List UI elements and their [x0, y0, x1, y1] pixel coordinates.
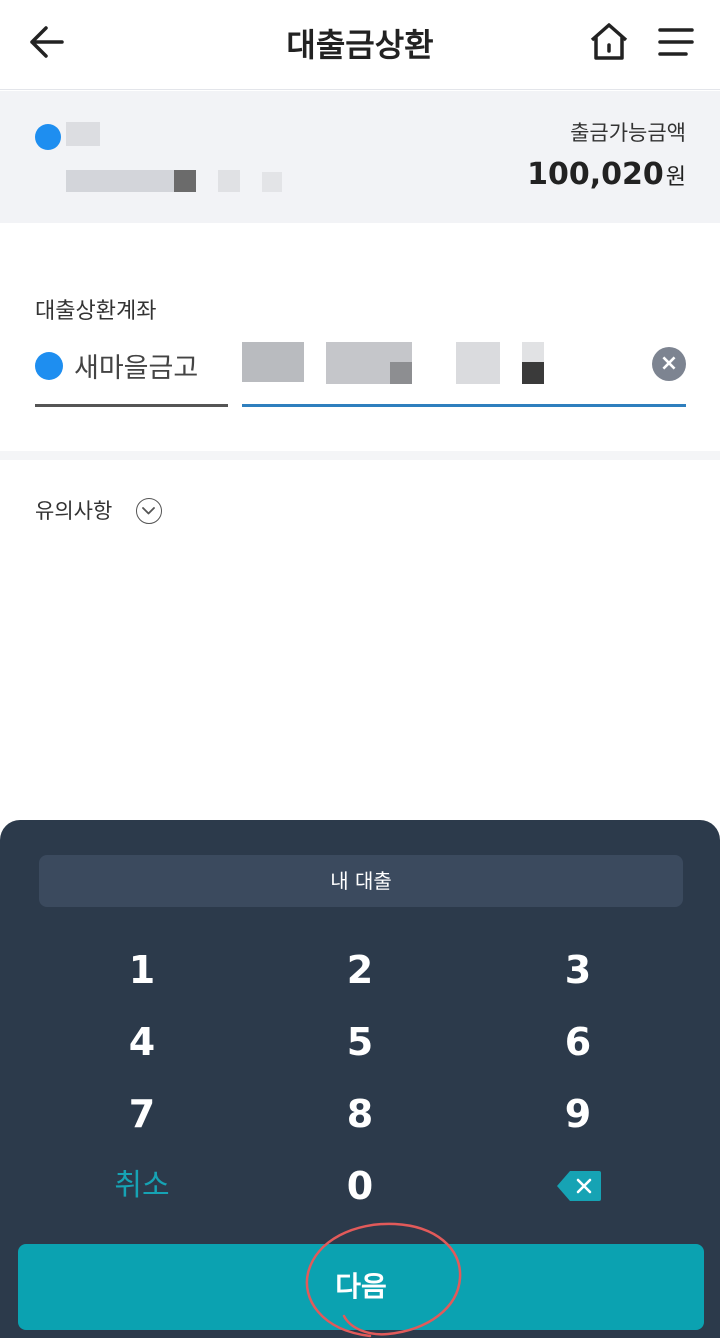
available-amount-value: 100,020	[527, 157, 664, 192]
backspace-icon	[557, 1171, 601, 1201]
masked-digits	[390, 362, 412, 384]
masked-block	[262, 172, 282, 192]
backspace-button[interactable]	[556, 1170, 602, 1202]
app-header: 대출금상환	[0, 0, 720, 90]
key-4[interactable]: 4	[62, 1012, 222, 1072]
masked-digits	[242, 342, 304, 382]
hamburger-menu-icon	[658, 28, 694, 56]
cancel-key[interactable]: 취소	[62, 1156, 222, 1216]
key-8[interactable]: 8	[280, 1084, 440, 1144]
key-1[interactable]: 1	[62, 940, 222, 1000]
available-amount-label: 출금가능금액	[570, 121, 686, 145]
keypad-title: 내 대출	[39, 855, 683, 907]
key-0[interactable]: 0	[280, 1156, 440, 1216]
repay-account-label: 대출상환계좌	[35, 299, 157, 324]
masked-block	[218, 170, 240, 192]
key-9[interactable]: 9	[498, 1084, 658, 1144]
numeric-keypad: 내 대출 1 2 3 4 5 6 7 8 9 취소 0 다음	[0, 820, 720, 1338]
home-icon	[590, 23, 628, 60]
home-button[interactable]	[586, 20, 632, 64]
chevron-down-icon	[142, 507, 155, 515]
clear-input-button[interactable]: ×	[652, 347, 686, 381]
bank-logo-icon	[35, 124, 61, 150]
bank-name: 새마을금고	[74, 353, 199, 384]
masked-account-number	[66, 170, 176, 192]
menu-button[interactable]	[656, 24, 696, 60]
bank-select[interactable]: 새마을금고	[35, 340, 228, 407]
account-number-input[interactable]: ×	[242, 340, 686, 407]
masked-digits	[456, 342, 500, 384]
key-6[interactable]: 6	[498, 1012, 658, 1072]
annotation-circle	[305, 1222, 462, 1338]
key-7[interactable]: 7	[62, 1084, 222, 1144]
key-3[interactable]: 3	[498, 940, 658, 1000]
key-5[interactable]: 5	[280, 1012, 440, 1072]
currency-unit: 원	[665, 165, 686, 190]
masked-digits	[522, 362, 544, 384]
notice-toggle-button[interactable]	[136, 498, 162, 524]
available-amount: 100,020원	[527, 157, 686, 192]
bank-logo-icon	[35, 352, 63, 380]
key-2[interactable]: 2	[280, 940, 440, 1000]
notice-label[interactable]: 유의사항	[35, 495, 112, 525]
masked-account-name	[66, 122, 100, 146]
masked-block	[174, 170, 196, 192]
section-divider	[0, 451, 720, 460]
